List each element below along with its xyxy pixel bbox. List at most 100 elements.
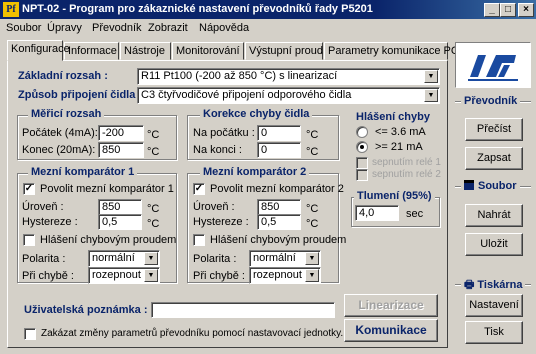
comparator1-title: Mezní komparátor 1 <box>28 166 138 178</box>
menu-soubor[interactable]: Soubor <box>6 22 41 34</box>
save-button[interactable]: Uložit <box>465 233 523 256</box>
comparator2-title: Mezní komparátor 2 <box>200 166 310 178</box>
comparator2-on-error-select[interactable]: rozepnout ▼ <box>249 267 321 284</box>
comparator1-level-unit: °C <box>147 203 160 215</box>
maximize-button[interactable]: □ <box>500 3 516 17</box>
comparator2-level-unit: °C <box>306 203 319 215</box>
floppy-disk-icon <box>464 180 474 190</box>
comparator1-on-error-value: rozepnout <box>92 269 141 281</box>
comparator1-polarity-label: Polarita : <box>22 253 66 265</box>
tab-monitorovani[interactable]: Monitorování <box>172 42 244 60</box>
relay2-label: sepnutím relé 2 <box>372 169 441 180</box>
connection-value: C3 čtyřvodičové připojení odporového čid… <box>141 89 352 101</box>
error-low-radio[interactable] <box>356 126 368 138</box>
relay1-checkbox[interactable] <box>356 157 368 169</box>
chevron-down-icon[interactable]: ▼ <box>305 269 319 282</box>
comparator1-hyst-label: Hystereze : <box>22 216 78 228</box>
radio-dot-icon <box>360 145 364 149</box>
comparator1-hyst-unit: °C <box>147 218 160 230</box>
jsp-logo-icon <box>468 55 518 81</box>
range-end-input[interactable]: 850 <box>98 142 144 158</box>
comparator2-enable-checkbox[interactable]: ✓ <box>193 183 205 195</box>
comparator1-error-current-checkbox[interactable] <box>23 234 35 246</box>
comparator1-hyst-input[interactable]: 0,5 <box>98 214 142 230</box>
user-note-label: Uživatelská poznámka : <box>24 304 148 316</box>
comparator2-level-input[interactable]: 850 <box>257 199 301 215</box>
comparator1-enable-label: Povolit mezní komparátor 1 <box>40 183 174 195</box>
error-high-label: >= 21 mA <box>375 141 423 153</box>
comparator1-level-label: Úroveň : <box>22 201 64 213</box>
comparator1-level-input[interactable]: 850 <box>98 199 142 215</box>
printer-section-title: 🖶 Tiskárna <box>461 276 526 295</box>
relay2-checkbox[interactable] <box>356 169 368 181</box>
comparator2-error-current-label: Hlášení chybovým proudem <box>210 234 347 246</box>
comparator2-error-current-checkbox[interactable] <box>193 234 205 246</box>
chevron-down-icon[interactable]: ▼ <box>424 89 438 102</box>
correction-start-unit: °C <box>306 129 319 141</box>
menu-napoveda[interactable]: Nápověda <box>199 22 249 34</box>
comparator2-polarity-select[interactable]: normální ▼ <box>249 250 321 267</box>
comparator2-level-label: Úroveň : <box>193 201 235 213</box>
communication-button[interactable]: Komunikace <box>344 319 438 342</box>
range-start-input[interactable]: -200 <box>98 125 144 141</box>
tab-vystupni-proud[interactable]: Výstupní proud <box>245 42 323 60</box>
range-end-unit: °C <box>147 146 160 158</box>
chevron-down-icon[interactable]: ▼ <box>144 269 158 282</box>
comparator1-polarity-select[interactable]: normální ▼ <box>88 250 160 267</box>
window-title: NPT-02 - Program pro zákaznické nastaven… <box>22 3 373 15</box>
tab-parametry-komunikace[interactable]: Parametry komunikace PC <box>324 42 459 60</box>
file-section-title: Soubor <box>461 180 520 192</box>
error-report-title: Hlášení chyby <box>356 111 430 123</box>
converter-section-title: Převodník <box>461 95 521 107</box>
error-high-radio[interactable] <box>356 141 368 153</box>
menu-zobrazit[interactable]: Zobrazit <box>148 22 188 34</box>
damping-input[interactable]: 4,0 <box>355 205 399 221</box>
comparator1-enable-checkbox[interactable]: ✓ <box>23 183 35 195</box>
correction-end-input[interactable]: 0 <box>257 142 301 158</box>
load-button[interactable]: Nahrát <box>465 204 523 227</box>
chevron-down-icon[interactable]: ▼ <box>424 70 438 83</box>
printer-icon: 🖶 <box>464 279 475 291</box>
linearization-button[interactable]: Linearizace <box>344 294 438 317</box>
close-button[interactable]: × <box>518 3 534 17</box>
tab-nastroje[interactable]: Nástroje <box>120 42 171 60</box>
basic-range-select[interactable]: R11 Pt100 (-200 až 850 °C) s linearizací… <box>137 68 440 85</box>
comparator1-error-current-label: Hlášení chybovým proudem <box>40 234 177 246</box>
range-end-label: Konec (20mA): <box>22 144 96 156</box>
tab-informace[interactable]: Informace <box>64 42 119 60</box>
connection-label: Způsob připojení čidla : <box>18 89 143 101</box>
chevron-down-icon[interactable]: ▼ <box>144 252 158 265</box>
comparator2-on-error-value: rozepnout <box>253 269 302 281</box>
menu-upravy[interactable]: Úpravy <box>47 22 82 34</box>
damping-title: Tlumení (95%) <box>354 190 435 202</box>
comparator2-polarity-label: Polarita : <box>193 253 237 265</box>
read-button[interactable]: Přečíst <box>465 118 523 141</box>
correction-end-label: Na konci : <box>193 144 242 156</box>
user-note-input[interactable] <box>151 302 335 318</box>
print-setup-button[interactable]: Nastavení <box>465 294 523 317</box>
range-start-label: Počátek (4mA): <box>22 127 98 139</box>
lock-changes-label: Zakázat změny parametrů převodníku pomoc… <box>41 328 344 339</box>
lock-changes-checkbox[interactable] <box>24 328 36 340</box>
correction-start-input[interactable]: 0 <box>257 125 301 141</box>
chevron-down-icon[interactable]: ▼ <box>305 252 319 265</box>
menu-prevodnik[interactable]: Převodník <box>92 22 142 34</box>
title-bar: Pf NPT-02 - Program pro zákaznické nasta… <box>0 0 536 19</box>
correction-title: Korekce chyby čidla <box>200 108 313 120</box>
minimize-button[interactable]: _ <box>484 3 500 17</box>
relay1-label: sepnutím relé 1 <box>372 157 441 168</box>
print-button[interactable]: Tisk <box>465 321 523 344</box>
connection-select[interactable]: C3 čtyřvodičové připojení odporového čid… <box>137 87 440 104</box>
comparator2-hyst-input[interactable]: 0,5 <box>257 214 301 230</box>
comparator2-hyst-label: Hystereze : <box>193 216 249 228</box>
write-button[interactable]: Zapsat <box>465 147 523 170</box>
range-start-unit: °C <box>147 129 160 141</box>
app-icon[interactable]: Pf <box>3 2 19 17</box>
comparator1-on-error-label: Při chybě : <box>22 270 74 282</box>
comparator2-on-error-label: Při chybě : <box>193 270 245 282</box>
measuring-range-title: Měřicí rozsah <box>28 108 105 120</box>
correction-start-label: Na počátku : <box>193 127 255 139</box>
comparator1-on-error-select[interactable]: rozepnout ▼ <box>88 267 160 284</box>
printer-section-label: Tiskárna <box>477 279 523 291</box>
tab-konfigurace[interactable]: Konfigurace <box>7 40 70 61</box>
